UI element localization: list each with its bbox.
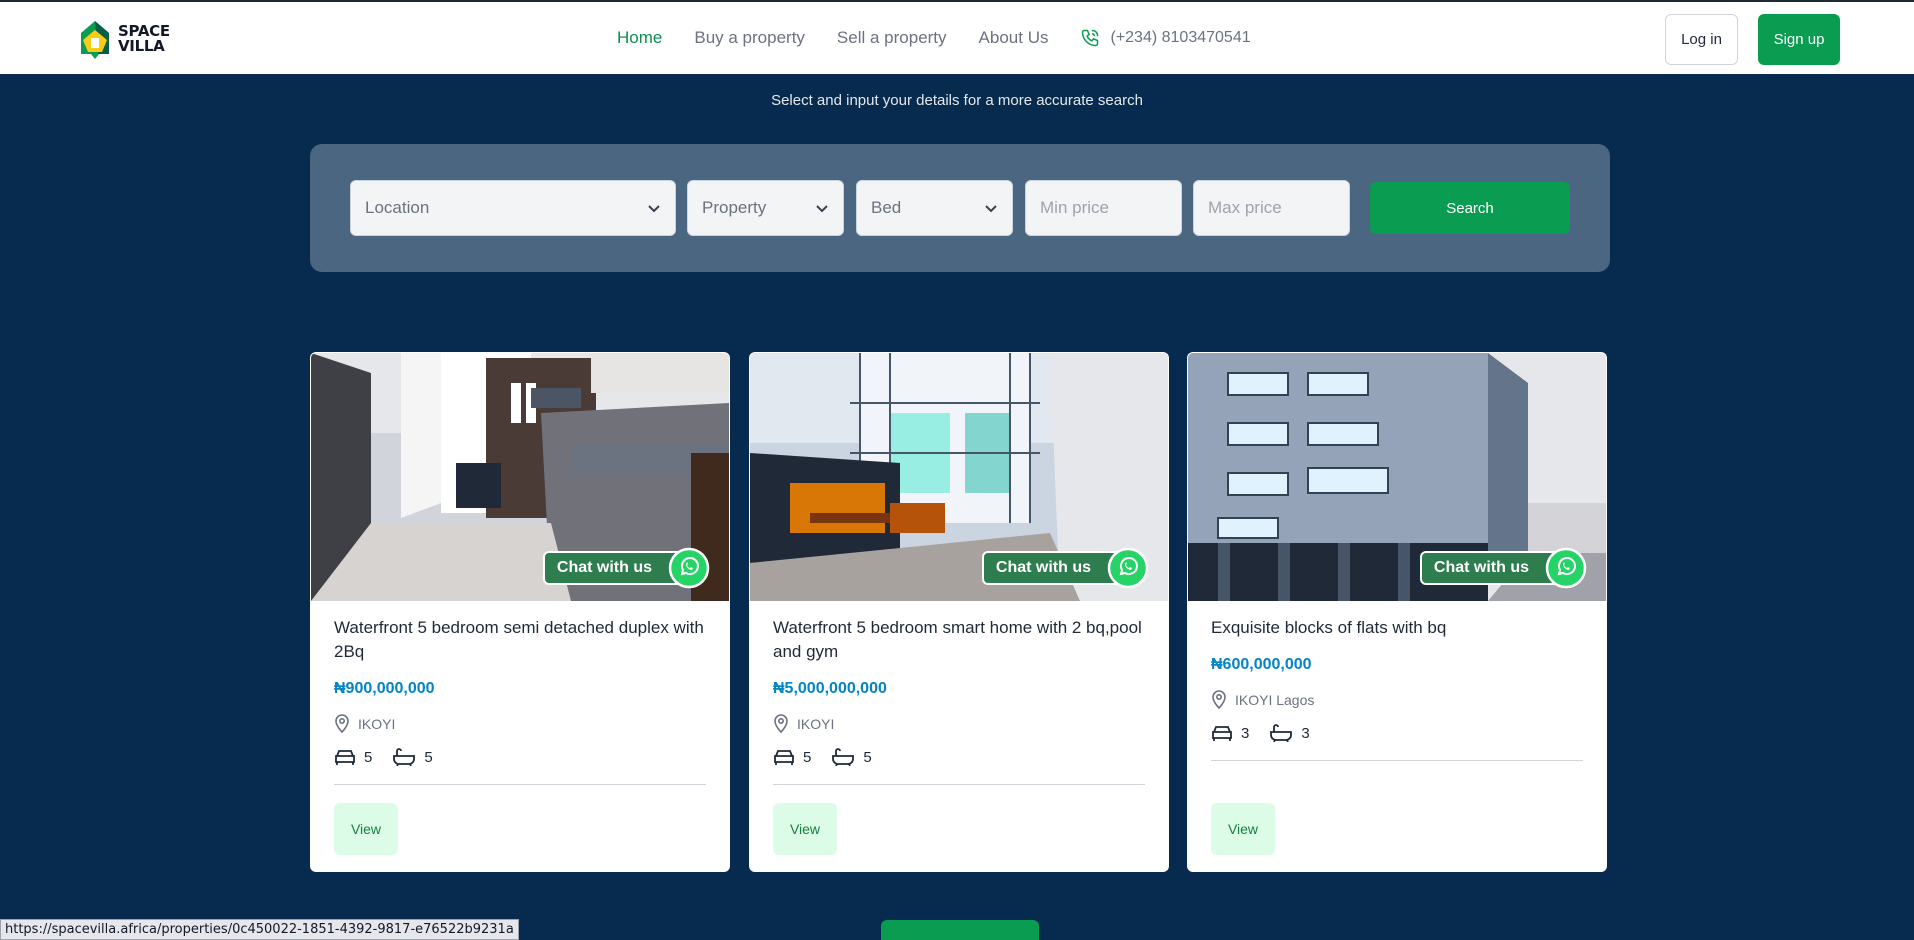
location-select[interactable]: Location [350,180,676,236]
search-subtitle: Select and input your details for a more… [771,92,1143,109]
location-text: IKOYI [797,716,835,732]
whatsapp-icon [1107,547,1149,589]
property-price: ₦900,000,000 [334,680,435,697]
property-location: IKOYI Lagos [1211,690,1314,710]
chat-whatsapp-button[interactable]: Chat with us [542,547,710,589]
bath-count: 5 [424,748,433,766]
location-text: IKOYI [358,716,396,732]
property-select[interactable]: Property [687,180,844,236]
property-card[interactable]: Chat with us Waterfront 5 bedroom semi d… [310,352,730,872]
property-card[interactable]: Chat with us Exquisite blocks of flats w… [1187,352,1607,872]
location-pin-icon [335,714,349,734]
property-title[interactable]: Waterfront 5 bedroom smart home with 2 b… [773,616,1143,664]
bath-icon [1270,724,1293,742]
chat-whatsapp-button[interactable]: Chat with us [1419,547,1587,589]
logo-text: SPACE VILLA [118,24,170,54]
search-button[interactable]: Search [1370,182,1570,234]
property-location: IKOYI [773,714,834,734]
location-pin-icon [774,714,788,734]
bed-icon [774,750,794,765]
nav-buy-property[interactable]: Buy a property [694,28,805,48]
property-features: 5 5 [334,748,443,766]
card-divider [334,784,706,785]
card-divider [773,784,1145,785]
chevron-down-icon [985,205,997,213]
signup-button[interactable]: Sign up [1758,14,1840,65]
phone-number: (+234) 8103470541 [1110,29,1251,46]
nav-sell-property[interactable]: Sell a property [837,28,947,48]
view-more-button[interactable] [881,920,1039,940]
location-select-value: Location [365,198,430,217]
bed-select[interactable]: Bed [856,180,1013,236]
login-button[interactable]: Log in [1665,14,1738,65]
nav-home[interactable]: Home [617,28,662,48]
max-price-input[interactable] [1208,198,1335,218]
bath-icon [832,748,855,766]
logo-line-2: VILLA [118,37,165,55]
view-button[interactable]: View [773,803,837,855]
view-button[interactable]: View [334,803,398,855]
property-location: IKOYI [334,714,395,734]
location-pin-icon [1212,690,1226,710]
main-nav: Home Buy a property Sell a property Abou… [617,2,1251,74]
property-card[interactable]: Chat with us Waterfront 5 bedroom smart … [749,352,1169,872]
bed-count: 3 [1241,724,1250,742]
property-features: 5 5 [773,748,882,766]
nav-about-us[interactable]: About Us [979,28,1049,48]
property-select-value: Property [702,198,767,217]
chevron-down-icon [816,205,828,213]
nav-phone[interactable]: (+234) 8103470541 [1080,28,1251,48]
logo[interactable]: SPACE VILLA [78,18,170,60]
property-price: ₦600,000,000 [1211,656,1312,673]
house-logo-icon [81,21,109,59]
view-button[interactable]: View [1211,803,1275,855]
status-bar-url: https://spacevilla.africa/properties/0c4… [0,919,519,940]
bath-icon [393,748,416,766]
chevron-down-icon [648,205,660,213]
phone-icon [1082,29,1099,47]
bed-select-value: Bed [871,198,902,217]
min-price-input[interactable] [1040,198,1167,218]
whatsapp-icon [668,547,710,589]
card-divider [1211,760,1583,761]
max-price-field[interactable] [1193,180,1350,236]
property-title[interactable]: Waterfront 5 bedroom semi detached duple… [334,616,704,664]
location-text: IKOYI Lagos [1235,692,1315,708]
bed-count: 5 [803,748,812,766]
bed-count: 5 [364,748,373,766]
bath-count: 5 [863,748,872,766]
property-title[interactable]: Exquisite blocks of flats with bq [1211,616,1581,640]
property-features: 3 3 [1211,724,1320,742]
property-price: ₦5,000,000,000 [773,680,887,697]
bed-icon [1212,726,1232,741]
site-header: SPACE VILLA Home Buy a property Sell a p… [0,0,1914,74]
bed-icon [335,750,355,765]
search-panel: Location Property Bed Search [310,144,1610,272]
whatsapp-icon [1545,547,1587,589]
chat-whatsapp-button[interactable]: Chat with us [981,547,1149,589]
min-price-field[interactable] [1025,180,1182,236]
bath-count: 3 [1301,724,1310,742]
